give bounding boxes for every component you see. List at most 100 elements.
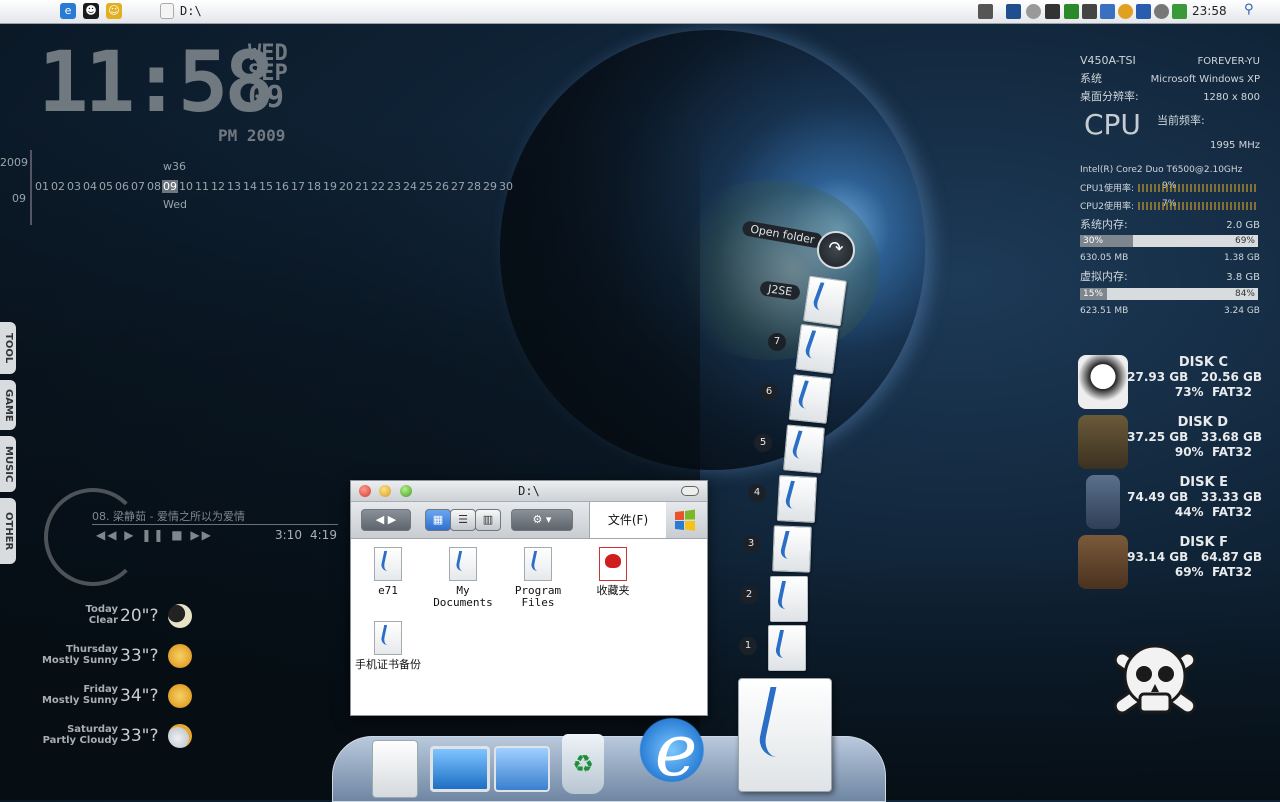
qq-tray-icon[interactable] — [1118, 4, 1133, 19]
stack-item[interactable] — [768, 625, 806, 671]
clock-tray-icon[interactable] — [1026, 4, 1041, 19]
calendar-day[interactable]: 30 — [498, 180, 514, 193]
file-item[interactable]: e71 — [353, 547, 423, 597]
toolbar-toggle-button[interactable] — [681, 486, 699, 496]
keyboard-icon[interactable] — [978, 4, 993, 19]
menubar-clock[interactable]: 23:58 — [1192, 4, 1227, 18]
window-titlebar[interactable]: D:\ — [351, 481, 707, 502]
calendar-day[interactable]: 08 — [146, 180, 162, 193]
calendar-day[interactable]: 27 — [450, 180, 466, 193]
folder-stack-icon[interactable] — [738, 678, 832, 792]
wireless-icon[interactable] — [1100, 4, 1115, 19]
apple-menu-icon[interactable] — [22, 3, 38, 19]
file-item[interactable]: My Documents — [428, 547, 498, 609]
calendar-day[interactable]: 16 — [274, 180, 290, 193]
calendar-day[interactable]: 14 — [242, 180, 258, 193]
disk-usage: 69% FAT32 — [1175, 565, 1252, 579]
stack-item[interactable] — [795, 323, 839, 375]
close-button[interactable] — [359, 485, 371, 497]
folder-task-icon[interactable] — [160, 3, 174, 19]
zoom-button[interactable] — [400, 485, 412, 497]
disk-total: 74.49 GB — [1127, 490, 1189, 504]
disk-f[interactable]: DISK F 93.14 GB 64.87 GB 69% FAT32 — [1072, 535, 1268, 595]
calendar-day[interactable]: 26 — [434, 180, 450, 193]
calendar-day[interactable]: 13 — [226, 180, 242, 193]
quicklaunch-icon[interactable]: ☺ — [106, 3, 122, 19]
calendar-day[interactable]: 05 — [98, 180, 114, 193]
calendar-day[interactable]: 21 — [354, 180, 370, 193]
disk-sizes: 27.93 GB 20.56 GB — [1127, 370, 1262, 384]
calendar-day[interactable]: 29 — [482, 180, 498, 193]
upload-icon[interactable] — [1172, 4, 1187, 19]
open-folder-arrow-icon[interactable]: ↷ — [817, 231, 855, 269]
calendar-day[interactable]: 22 — [370, 180, 386, 193]
calendar-day[interactable]: 02 — [50, 180, 66, 193]
volume-icon[interactable] — [1154, 4, 1169, 19]
mem-free: 1.38 GB — [1223, 253, 1260, 263]
stack-item[interactable] — [772, 525, 812, 573]
icon-view-button[interactable]: ▦ — [425, 509, 451, 531]
calendar-days: 01 02 03 04 05 06 07 08 09 10 11 12 13 14 15 16 17 18 19 20… — [34, 180, 514, 193]
calendar-day[interactable]: 23 — [386, 180, 402, 193]
calendar-day[interactable]: 25 — [418, 180, 434, 193]
vmem-used-pct: 15% — [1083, 289, 1104, 299]
stack-item[interactable] — [776, 475, 818, 523]
documents-icon[interactable] — [372, 740, 418, 798]
computer-icon[interactable] — [430, 746, 490, 792]
calendar-day[interactable]: 09 — [162, 180, 178, 193]
spotlight-search-icon[interactable]: ⚲ — [1244, 2, 1254, 17]
stack-item[interactable] — [802, 275, 848, 327]
calendar-day[interactable]: 28 — [466, 180, 482, 193]
side-tab-tool[interactable]: TOOL — [0, 322, 16, 374]
network-tray-icon[interactable] — [1082, 4, 1097, 19]
calendar-day[interactable]: 06 — [114, 180, 130, 193]
favorites-icon — [599, 547, 627, 581]
calendar-day[interactable]: 15 — [258, 180, 274, 193]
file-menu[interactable]: 文件(F) — [589, 502, 666, 538]
stack-item[interactable] — [788, 374, 832, 424]
calendar-day[interactable]: 07 — [130, 180, 146, 193]
calendar-day[interactable]: 19 — [322, 180, 338, 193]
list-view-button[interactable]: ☰ — [450, 509, 476, 531]
internet-explorer-icon[interactable]: e — [634, 708, 718, 792]
disk-d[interactable]: DISK D 37.25 GB 33.68 GB 90% FAT32 — [1072, 415, 1268, 475]
calendar-year: 2009 — [0, 156, 28, 169]
back-forward-buttons[interactable]: ◀ ▶ — [361, 509, 411, 531]
stack-item[interactable] — [770, 576, 808, 622]
signal-icon[interactable] — [1064, 4, 1079, 19]
calendar-day[interactable]: 01 — [34, 180, 50, 193]
qq-quicklaunch-icon[interactable]: ☻ — [83, 3, 99, 19]
minimize-button[interactable] — [379, 485, 391, 497]
recycle-bin-icon[interactable]: ♻ — [562, 734, 604, 794]
file-item[interactable]: Program Files — [503, 547, 573, 609]
disk-e[interactable]: DISK E 74.49 GB 33.33 GB 44% FAT32 — [1072, 475, 1268, 535]
calendar-day[interactable]: 17 — [290, 180, 306, 193]
calendar-day[interactable]: 11 — [194, 180, 210, 193]
file-item[interactable]: 收藏夹 — [578, 547, 648, 597]
disk-name: DISK E — [1179, 475, 1228, 490]
calendar-day[interactable]: 12 — [210, 180, 226, 193]
network-icon[interactable] — [494, 746, 550, 792]
music-controls[interactable]: ◀◀ ▶ ❚❚ ■ ▶▶ — [96, 528, 213, 542]
calendar-day[interactable]: 04 — [82, 180, 98, 193]
side-tab-music[interactable]: MUSIC — [0, 436, 16, 492]
side-tab-other[interactable]: OTHER — [0, 498, 16, 564]
file-item[interactable]: 手机证书备份 — [353, 621, 423, 671]
calendar-day[interactable]: 24 — [402, 180, 418, 193]
stack-item[interactable] — [783, 424, 825, 474]
skull-tray-icon[interactable] — [1045, 4, 1060, 19]
monitor-icon[interactable] — [1006, 4, 1021, 19]
calendar-day[interactable]: 18 — [306, 180, 322, 193]
skull-crossbones-icon[interactable] — [1100, 628, 1210, 738]
column-view-button[interactable]: ▥ — [475, 509, 501, 531]
antivirus-icon[interactable] — [1136, 4, 1151, 19]
menubar-path[interactable]: D:\ — [180, 4, 202, 18]
calendar-day[interactable]: 10 — [178, 180, 194, 193]
ie-quicklaunch-icon[interactable]: e — [60, 3, 76, 19]
calendar-day[interactable]: 03 — [66, 180, 82, 193]
disk-c[interactable]: DISK C 27.93 GB 20.56 GB 73% FAT32 — [1072, 355, 1268, 415]
calendar-day[interactable]: 20 — [338, 180, 354, 193]
side-tab-game[interactable]: GAME — [0, 380, 16, 430]
action-gear-button[interactable]: ⚙ ▾ — [511, 509, 573, 531]
cpu1-label: CPU1使用率: — [1080, 184, 1135, 194]
